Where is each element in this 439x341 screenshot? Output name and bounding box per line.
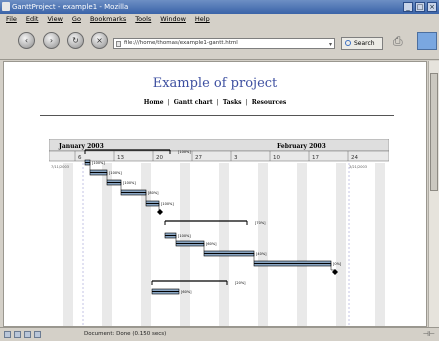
menu-tools[interactable]: Tools: [135, 15, 151, 23]
weekend-stripe: [375, 163, 385, 326]
divider: [40, 115, 394, 116]
print-icon[interactable]: ⎙: [393, 34, 403, 49]
navigation-toolbar: ‹ › ↻ × file:///home/thomas/example1-gan…: [0, 24, 439, 60]
link-separator: |: [245, 99, 248, 106]
dependency-arrow: [158, 203, 160, 211]
title-bar: GanttProject - example1 - Mozilla _ □ ×: [0, 0, 439, 14]
mail-icon[interactable]: [14, 331, 21, 338]
task-progress-label: [80%]: [148, 191, 159, 195]
page-icon: [116, 41, 121, 47]
chevron-down-icon[interactable]: ▾: [329, 40, 332, 49]
reload-button[interactable]: ↻: [67, 32, 84, 49]
close-button[interactable]: ×: [427, 2, 437, 12]
scrollbar-thumb[interactable]: [430, 73, 438, 191]
link-home[interactable]: Home: [144, 99, 164, 106]
search-label: Search: [354, 40, 375, 47]
vertical-scrollbar[interactable]: [428, 61, 439, 327]
menu-go[interactable]: Go: [72, 15, 81, 23]
page-title: Example of project: [152, 76, 278, 91]
week-label: 27: [195, 155, 202, 161]
month-label: February 2003: [277, 143, 326, 150]
menu-help[interactable]: Help: [195, 15, 210, 23]
week-label: 17: [312, 155, 319, 161]
url-field[interactable]: file:///home/thomas/example1-gantt.html …: [113, 38, 335, 49]
menu-bar: File Edit View Go Bookmarks Tools Window…: [0, 14, 439, 24]
minimize-button[interactable]: _: [403, 2, 413, 12]
menu-window[interactable]: Window: [160, 15, 186, 23]
task-progress-label: [60%]: [206, 242, 217, 246]
link-separator: |: [216, 99, 219, 106]
link-tasks[interactable]: Tasks: [223, 99, 242, 106]
week-label: 13: [117, 155, 124, 161]
weekend-stripe: [336, 163, 346, 326]
link-gantt-chart[interactable]: Gantt chart: [174, 99, 213, 106]
weekend-stripe: [63, 163, 73, 326]
window-menu-icon[interactable]: [2, 2, 10, 11]
link-resources[interactable]: Resources: [252, 99, 287, 106]
maximize-button[interactable]: □: [415, 2, 425, 12]
menu-bookmarks[interactable]: Bookmarks: [90, 15, 126, 23]
task-progress-label: [60%]: [181, 290, 192, 294]
task-progress-label: [70%]: [255, 221, 266, 225]
month-label: January 2003: [58, 143, 104, 150]
security-icon: ⊣⊢: [422, 330, 435, 338]
task-progress-label: [100%]: [109, 171, 122, 175]
week-label: 3: [234, 155, 238, 161]
week-label: 24: [351, 155, 358, 161]
link-separator: |: [167, 99, 170, 106]
week-header: [49, 150, 389, 162]
composer-icon[interactable]: [24, 331, 31, 338]
status-text: Document: Done (0.150 secs): [84, 331, 167, 337]
forward-button[interactable]: ›: [43, 32, 60, 49]
navigator-icon[interactable]: [4, 331, 11, 338]
status-bar: Document: Done (0.150 secs) ⊣⊢: [0, 327, 439, 341]
end-date-label: 3/21/2003: [349, 165, 367, 169]
stop-button[interactable]: ×: [91, 32, 108, 49]
weekend-stripe: [102, 163, 112, 326]
start-date-label: 7/11/2003: [51, 165, 69, 169]
url-text: file:///home/thomas/example1-gantt.html: [124, 40, 238, 46]
weekend-stripe: [297, 163, 307, 326]
page-content: Example of project Home | Gantt chart | …: [3, 61, 427, 327]
search-button[interactable]: Search: [341, 37, 383, 50]
task-progress-label: [100%]: [178, 150, 191, 154]
weekend-stripe: [258, 163, 268, 326]
menu-file[interactable]: File: [6, 15, 17, 23]
search-icon: [345, 40, 351, 46]
task-progress-label: [0%]: [333, 262, 342, 266]
window-title: GanttProject - example1 - Mozilla: [12, 3, 129, 11]
gantt-chart: January 2003 February 2003 6 13 20 27 3 10 17 24 7…: [49, 139, 389, 326]
weekend-stripe: [219, 163, 229, 326]
task-progress-label: [20%]: [235, 281, 246, 285]
throbber-logo: [417, 32, 437, 50]
page-nav-links: Home | Gantt chart | Tasks | Resources: [4, 99, 426, 106]
week-label: 10: [273, 155, 280, 161]
menu-edit[interactable]: Edit: [26, 15, 39, 23]
week-label: 20: [156, 155, 163, 161]
task-progress-label: [100%]: [92, 161, 105, 165]
back-button[interactable]: ‹: [18, 32, 35, 49]
address-book-icon[interactable]: [34, 331, 41, 338]
week-label: 6: [78, 155, 82, 161]
task-progress-label: [100%]: [161, 202, 174, 206]
task-progress-label: [40%]: [256, 252, 267, 256]
task-progress-label: [100%]: [123, 181, 136, 185]
task-progress-label: [100%]: [178, 234, 191, 238]
weekend-stripe: [141, 163, 151, 326]
menu-view[interactable]: View: [47, 15, 62, 23]
